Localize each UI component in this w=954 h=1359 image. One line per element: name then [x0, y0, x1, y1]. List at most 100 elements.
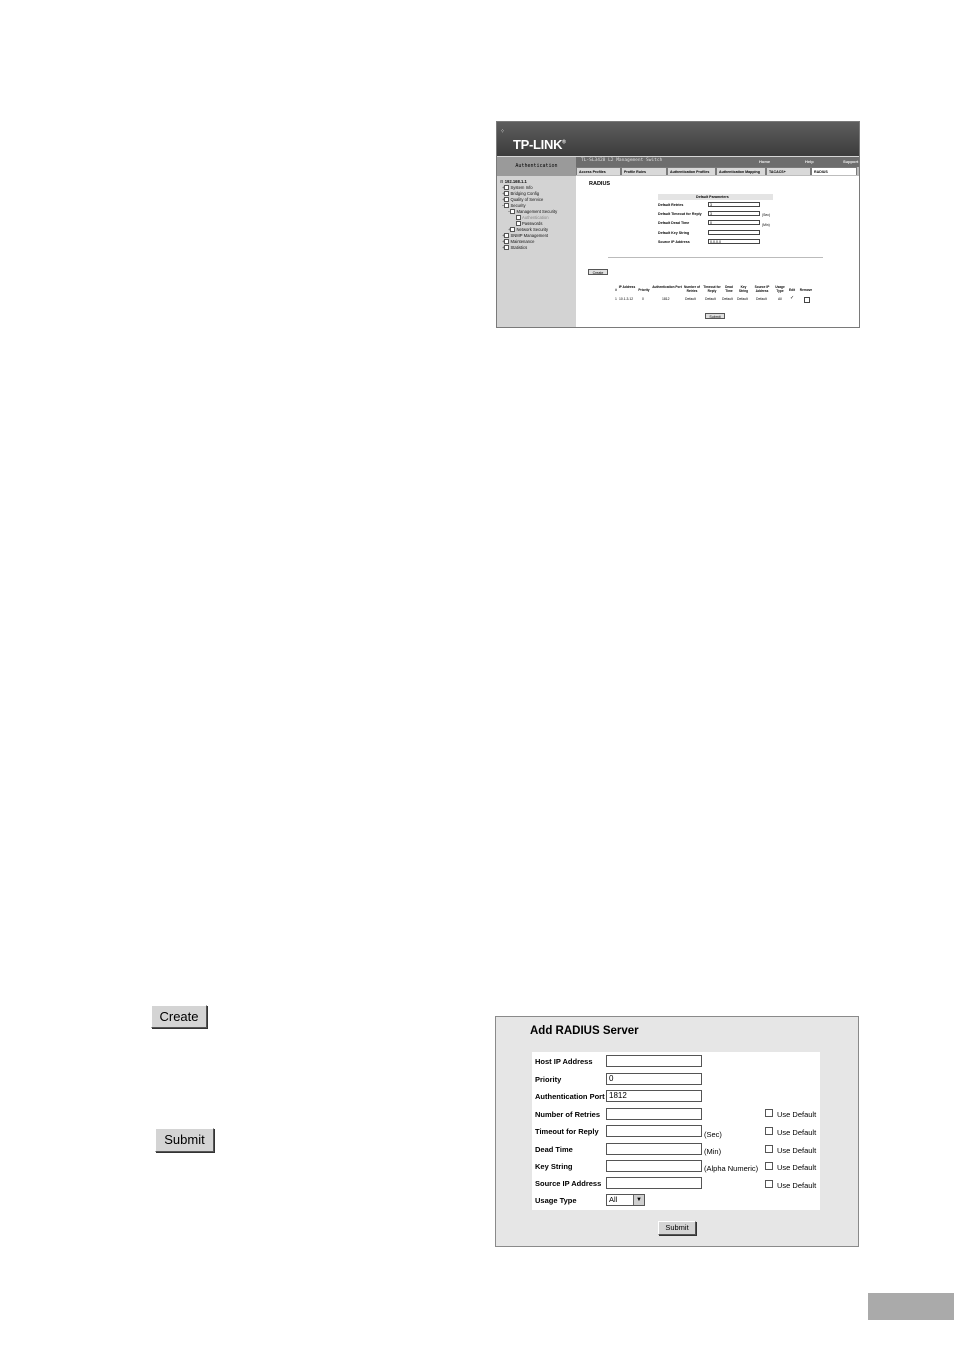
default-retries-input[interactable]: 3 [708, 202, 760, 207]
priority-input[interactable]: 0 [606, 1073, 702, 1085]
folder-icon [504, 197, 510, 203]
submit-button[interactable]: Submit [705, 313, 725, 319]
key-string-label: Key String [535, 1162, 573, 1171]
brand-logo: TP-LINK® [513, 137, 566, 152]
param-label: Source IP Address [658, 240, 690, 244]
tab-profile-rules[interactable]: Profile Rules [621, 167, 667, 175]
dead-time-label: Dead Time [535, 1145, 573, 1154]
support-link[interactable]: Support [843, 159, 858, 164]
use-default-label: Use Default [777, 1110, 817, 1119]
tab-authentication-mapping[interactable]: Authentication Mapping [716, 167, 766, 175]
submit-button[interactable]: Submit [155, 1128, 214, 1152]
key-string-input[interactable] [606, 1160, 702, 1172]
timeout-use-default-checkbox[interactable] [765, 1127, 773, 1135]
cell: All [778, 297, 782, 301]
column-header: Authentication Port [652, 285, 682, 289]
folder-icon [504, 245, 510, 251]
create-button[interactable]: Create [151, 1005, 207, 1028]
priority-label: Priority [535, 1075, 562, 1084]
column-header: IP Address [618, 285, 636, 289]
use-default-label: Use Default [777, 1128, 817, 1137]
retries-input[interactable] [606, 1108, 702, 1120]
unit-label: (Min) [762, 223, 770, 227]
cell: Default [722, 297, 733, 301]
tree-item-management-security[interactable]: − Management Security [508, 209, 557, 215]
tree-item-network-security[interactable]: + Network Security [508, 227, 548, 233]
radius-page-screenshot: ⁘ TP-LINK® Authentication TL-SL3428 L2 M… [496, 121, 860, 328]
page-tab-decoration [868, 1293, 954, 1320]
help-link[interactable]: Help [805, 159, 814, 164]
usage-type-select[interactable]: All ▼ [606, 1194, 645, 1206]
folder-icon [504, 191, 510, 197]
tree-item-passwords[interactable]: Passwords [516, 221, 542, 227]
tree-item-statistics[interactable]: + Statistics [502, 245, 527, 251]
cell: Default [705, 297, 716, 301]
column-header: Timeout for Reply [703, 285, 721, 293]
host-ip-input[interactable] [606, 1055, 702, 1067]
column-header: Remove [799, 288, 813, 292]
divider [608, 257, 823, 258]
dead-time-unit: (Min) [704, 1147, 722, 1156]
key-string-use-default-checkbox[interactable] [765, 1162, 773, 1170]
tab-radius[interactable]: RADIUS [811, 167, 857, 175]
auth-port-input[interactable]: 1812 [606, 1090, 702, 1102]
folder-open-icon [510, 209, 516, 215]
tree-root[interactable]: ⊟ 192.168.1.1 [500, 179, 527, 184]
default-timeout-input[interactable]: 3 [708, 211, 760, 216]
tree-item-authentication[interactable]: Authentication [516, 215, 549, 221]
tree-item-system-info[interactable]: + System Info [502, 185, 533, 191]
dialog-submit-button[interactable]: Submit [658, 1221, 696, 1235]
host-ip-label: Host IP Address [535, 1057, 593, 1066]
source-ip-use-default-checkbox[interactable] [765, 1180, 773, 1188]
usage-type-label: Usage Type [535, 1196, 577, 1205]
switch-title: TL-SL3428 L2 Management Switch [581, 158, 663, 163]
tab-tacacs[interactable]: TACACS+ [766, 167, 811, 175]
auth-port-label: Authentication Port [535, 1092, 605, 1101]
tree-item-snmp-management[interactable]: + SNMP Management [502, 233, 548, 239]
dialog-title: Add RADIUS Server [530, 1025, 639, 1037]
default-key-string-input[interactable] [708, 230, 760, 235]
column-header: Priority [638, 288, 650, 292]
source-ip-input[interactable]: 0.0.0.0 [708, 239, 760, 244]
section-title: Default Parameters [696, 195, 729, 199]
param-label: Default Timeout for Reply [658, 212, 702, 216]
use-default-label: Use Default [777, 1146, 817, 1155]
cell: 0 [642, 297, 644, 301]
unit-label: (Sec) [762, 213, 771, 217]
param-label: Default Retries [658, 203, 684, 207]
timeout-label: Timeout for Reply [535, 1127, 599, 1136]
sidebar-tree: ⊟ 192.168.1.1 + System Info + Bridging Con… [497, 176, 576, 327]
column-header: Number of Retries [684, 285, 700, 293]
retries-use-default-checkbox[interactable] [765, 1109, 773, 1117]
tab-authentication-profiles[interactable]: Authentication Profiles [667, 167, 716, 175]
source-ip-input[interactable] [606, 1177, 702, 1189]
param-label: Default Key String [658, 231, 690, 235]
home-link[interactable]: Home [759, 159, 770, 164]
dead-time-input[interactable] [606, 1143, 702, 1155]
page-icon [516, 221, 521, 227]
tree-item-bridging-config[interactable]: + Bridging Config [502, 191, 539, 197]
header-banner: ⁘ TP-LINK® [497, 122, 859, 156]
cell: Default [756, 297, 767, 301]
tree-item-maintenance[interactable]: + Maintenance [502, 239, 534, 245]
column-header: Usage Type [775, 285, 785, 293]
cell: 1812 [662, 297, 670, 301]
tree-item-quality-of-service[interactable]: + Quality of Service [502, 197, 543, 203]
tree-item-security[interactable]: − Security [502, 203, 526, 209]
edit-check-icon[interactable]: ✓ [790, 295, 794, 301]
page-icon [516, 215, 521, 221]
param-label: Default Dead Time [658, 221, 690, 225]
cell: 10.1.3.12 [619, 297, 634, 301]
create-button[interactable]: Create [588, 269, 608, 275]
folder-icon [504, 239, 510, 245]
timeout-input[interactable] [606, 1125, 702, 1137]
folder-open-icon [504, 203, 510, 209]
tab-access-profiles[interactable]: Access Profiles [576, 167, 621, 175]
timeout-unit: (Sec) [704, 1130, 722, 1139]
sidebar-title: Authentication [497, 157, 576, 176]
dead-time-use-default-checkbox[interactable] [765, 1145, 773, 1153]
folder-icon [510, 227, 516, 233]
default-dead-time-input[interactable]: 0 [708, 220, 760, 225]
chevron-down-icon[interactable]: ▼ [633, 1195, 644, 1205]
remove-checkbox[interactable] [804, 297, 810, 303]
